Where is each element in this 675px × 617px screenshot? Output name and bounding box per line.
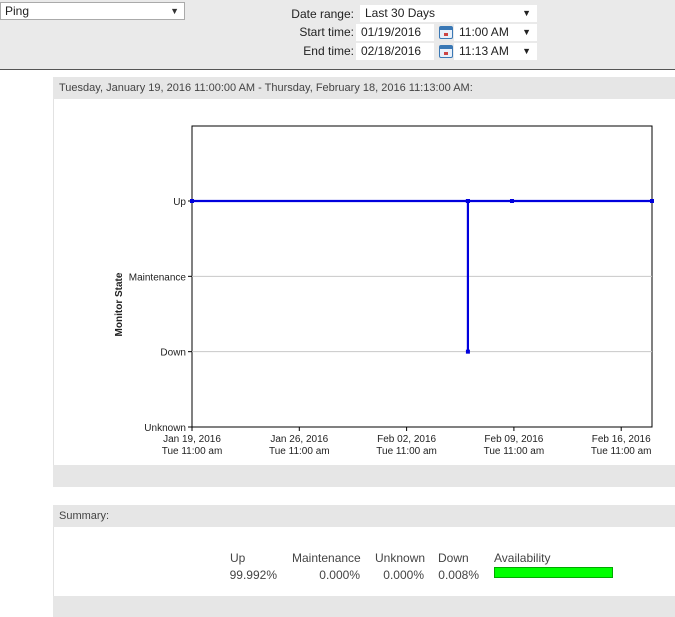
- availability-bar: [494, 567, 613, 578]
- monitor-state-chart: Unknown Down Maintenance Up Monitor State Jan…: [114, 125, 654, 457]
- calendar-icon[interactable]: [439, 26, 453, 39]
- x-tick-label: Feb 16, 2016: [592, 434, 651, 445]
- y-axis-title: Monitor State: [114, 272, 125, 336]
- start-time-value: 11:00 AM: [459, 25, 509, 39]
- x-tick-sublabel: Tue 11:00 am: [376, 446, 437, 457]
- end-time-label: End time:: [303, 44, 354, 58]
- end-time-value: 11:13 AM: [459, 44, 509, 58]
- summary-label-availability: Availability: [494, 551, 551, 565]
- monitor-select-value: Ping: [5, 4, 30, 18]
- summary-label-unknown: Unknown: [375, 551, 426, 565]
- start-time-select[interactable]: 11:00 AM ▼: [454, 24, 537, 41]
- x-tick-sublabel: Tue 11:00 am: [484, 446, 545, 457]
- start-time-label: Start time:: [299, 25, 354, 39]
- summary-body: [53, 527, 675, 596]
- y-tick-label: Unknown: [144, 423, 186, 434]
- data-point: [509, 199, 514, 203]
- x-tick-sublabel: Tue 11:00 am: [591, 446, 652, 457]
- x-tick-label: Feb 09, 2016: [484, 434, 543, 445]
- x-tick-label: Jan 19, 2016: [163, 434, 221, 445]
- x-tick-label: Feb 02, 2016: [377, 434, 436, 445]
- start-date-input[interactable]: 01/19/2016: [356, 24, 434, 41]
- chevron-down-icon: ▼: [522, 8, 531, 18]
- summary-label-maintenance: Maintenance: [292, 551, 361, 565]
- chevron-down-icon: ▼: [522, 27, 531, 37]
- x-tick-label: Jan 26, 2016: [270, 434, 328, 445]
- data-point: [190, 199, 194, 203]
- date-range-label: Date range:: [291, 7, 354, 21]
- summary-value-up: 99.992%: [229, 568, 277, 582]
- calendar-icon[interactable]: [439, 45, 453, 58]
- y-tick-label: Up: [173, 197, 186, 208]
- end-time-select[interactable]: 11:13 AM ▼: [454, 43, 537, 60]
- chevron-down-icon: ▼: [170, 6, 179, 16]
- y-tick-label: Down: [160, 348, 186, 359]
- summary-value-unknown: 0.000%: [383, 568, 424, 582]
- x-tick-sublabel: Tue 11:00 am: [269, 446, 330, 457]
- y-tick-label: Maintenance: [129, 272, 187, 283]
- summary-value-maintenance: 0.000%: [319, 568, 360, 582]
- x-tick-sublabel: Tue 11:00 am: [162, 446, 223, 457]
- toolbar: Ping ▼ Date range: Last 30 Days ▼ Start …: [0, 0, 675, 70]
- chart-panel-footer: [53, 465, 675, 487]
- summary-value-down: 0.008%: [438, 568, 479, 582]
- date-range-select[interactable]: Last 30 Days ▼: [360, 5, 537, 22]
- end-date-input[interactable]: 02/18/2016: [356, 43, 434, 60]
- data-point: [465, 199, 470, 203]
- summary-label-down: Down: [438, 551, 469, 565]
- monitor-select[interactable]: Ping ▼: [0, 2, 185, 20]
- start-date-value: 01/19/2016: [361, 25, 422, 39]
- chevron-down-icon: ▼: [522, 46, 531, 56]
- data-point: [650, 199, 654, 203]
- end-date-value: 02/18/2016: [361, 44, 422, 58]
- summary-footer: [53, 596, 675, 617]
- date-range-value: Last 30 Days: [365, 6, 436, 20]
- chart-panel-header: Tuesday, January 19, 2016 11:00:00 AM - …: [53, 77, 675, 99]
- data-point: [465, 349, 470, 354]
- summary-label-up: Up: [230, 551, 246, 565]
- summary-header: Summary:: [53, 505, 675, 527]
